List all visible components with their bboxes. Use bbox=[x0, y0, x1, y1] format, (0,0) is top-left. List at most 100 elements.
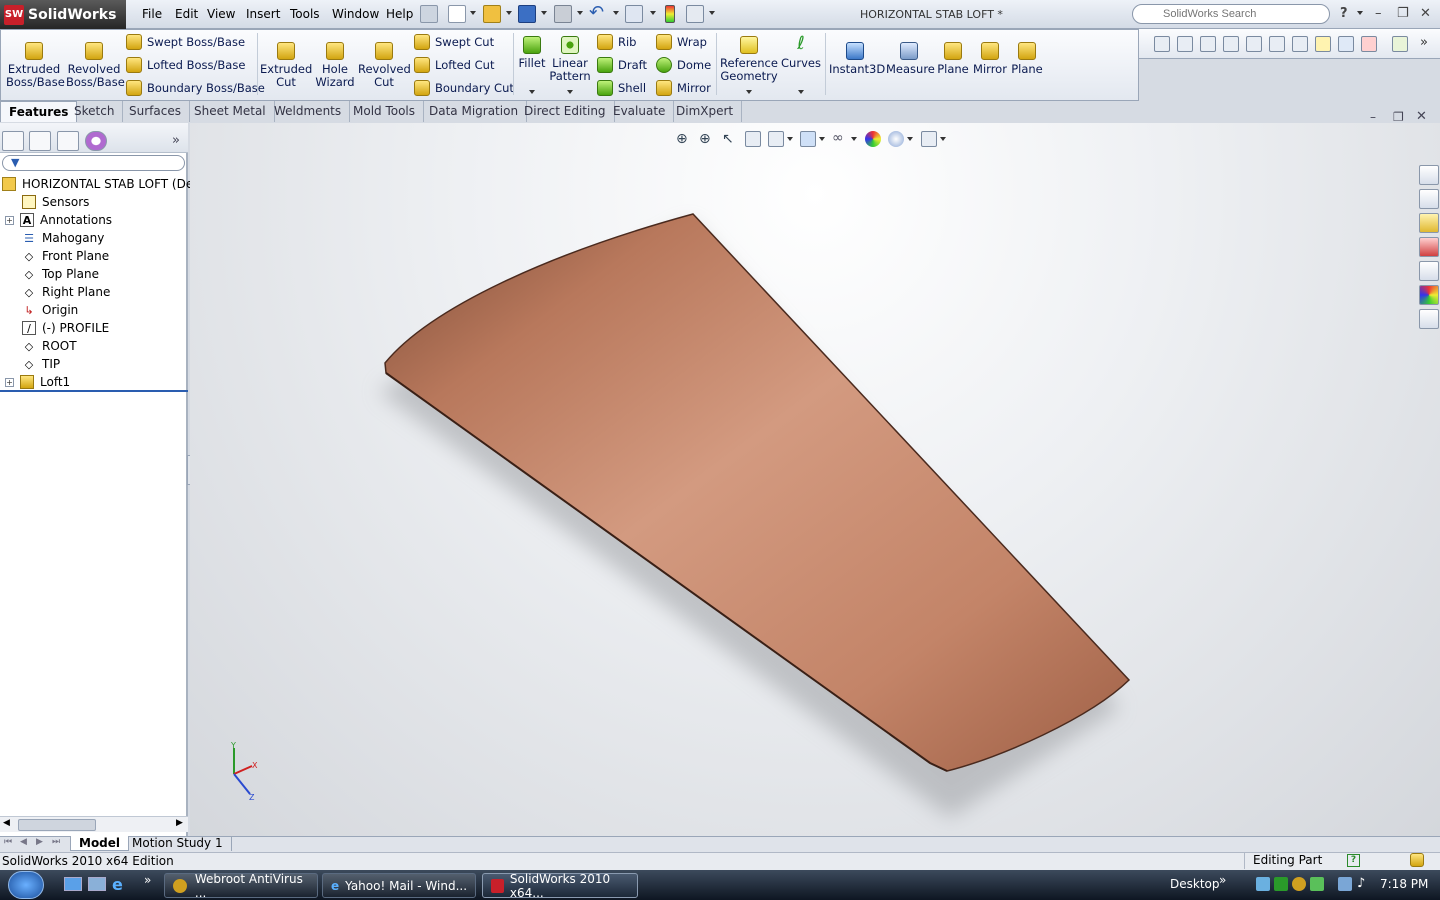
tray-icon[interactable] bbox=[1274, 877, 1288, 891]
menu-view[interactable]: View bbox=[207, 7, 235, 21]
revolved-cut-button[interactable]: Revolved Cut bbox=[358, 42, 411, 89]
last-tab-icon[interactable]: ⏭ bbox=[52, 837, 60, 847]
chevron-down-icon[interactable] bbox=[567, 90, 573, 94]
tree-item-material[interactable]: ☰ Mahogany bbox=[22, 229, 104, 247]
chevron-down-icon[interactable] bbox=[709, 11, 715, 15]
tree-item-tip[interactable]: ◇ TIP bbox=[22, 355, 60, 373]
apply-scene-icon[interactable] bbox=[888, 131, 904, 147]
edit-appearance-icon[interactable] bbox=[865, 131, 881, 147]
tab-mold-tools[interactable]: Mold Tools bbox=[345, 101, 425, 122]
tree-item-top-plane[interactable]: ◇ Top Plane bbox=[22, 265, 99, 283]
tree-item-sensors[interactable]: Sensors bbox=[22, 193, 89, 211]
chevron-down-icon[interactable] bbox=[787, 137, 793, 141]
internet-explorer-icon[interactable]: e bbox=[112, 875, 123, 894]
webroot-tray-icon[interactable] bbox=[1292, 877, 1306, 891]
search-input[interactable] bbox=[1132, 4, 1330, 24]
curves-button[interactable]: ℓ Curves bbox=[781, 35, 821, 70]
switch-windows-icon[interactable] bbox=[88, 877, 106, 891]
tab-surfaces[interactable]: Surfaces bbox=[121, 101, 190, 122]
view-orientation-icon[interactable] bbox=[768, 131, 784, 147]
sketch-icon[interactable] bbox=[1315, 36, 1331, 52]
scroll-right-icon[interactable]: ▶ bbox=[176, 818, 183, 828]
menu-edit[interactable]: Edit bbox=[175, 7, 198, 21]
help-icon[interactable]: ? bbox=[1340, 6, 1348, 21]
rollback-bar[interactable] bbox=[0, 390, 188, 392]
appearances-icon[interactable] bbox=[1419, 285, 1439, 305]
show-desktop-icon[interactable] bbox=[64, 877, 82, 891]
tree-item-profile[interactable]: ∕ (-) PROFILE bbox=[22, 319, 109, 337]
extruded-boss-button[interactable]: Extruded Boss/Base bbox=[6, 42, 65, 89]
close-button[interactable]: ✕ bbox=[1420, 6, 1431, 21]
swept-boss-button[interactable]: Swept Boss/Base bbox=[126, 34, 245, 50]
expand-icon[interactable]: + bbox=[5, 215, 14, 225]
chevron-down-icon[interactable] bbox=[819, 137, 825, 141]
horizontal-scrollbar[interactable]: ◀ ▶ bbox=[0, 816, 188, 832]
menu-insert[interactable]: Insert bbox=[246, 7, 280, 21]
view-settings-icon[interactable] bbox=[921, 131, 937, 147]
clock[interactable]: 7:18 PM bbox=[1380, 877, 1428, 891]
taskbar-item-yahoo-mail[interactable]: e Yahoo! Mail - Wind... bbox=[322, 873, 476, 898]
expand-icon[interactable]: + bbox=[5, 377, 14, 387]
scroll-left-icon[interactable]: ◀ bbox=[3, 818, 10, 828]
plane-button-2[interactable]: Plane bbox=[1011, 42, 1043, 76]
wing-model-view[interactable] bbox=[190, 123, 1440, 836]
status-help-icon[interactable]: ? bbox=[1347, 854, 1360, 867]
network-tray-icon[interactable] bbox=[1256, 877, 1270, 891]
next-tab-icon[interactable]: ▶ bbox=[36, 837, 43, 847]
view-left-icon[interactable] bbox=[1200, 36, 1216, 52]
chevron-down-icon[interactable] bbox=[577, 11, 583, 15]
shell-button[interactable]: Shell bbox=[597, 80, 646, 96]
view-top-icon[interactable] bbox=[1246, 36, 1262, 52]
tag-icon[interactable] bbox=[1410, 853, 1424, 867]
quicklaunch-more-icon[interactable]: » bbox=[144, 873, 151, 887]
scroll-thumb[interactable] bbox=[18, 819, 96, 831]
chevron-down-icon[interactable] bbox=[650, 11, 656, 15]
dimxpert-manager-tab-icon[interactable] bbox=[85, 131, 107, 151]
first-tab-icon[interactable]: ⏮ bbox=[4, 837, 12, 847]
menu-window[interactable]: Window bbox=[332, 7, 379, 21]
desktop-more-icon[interactable]: » bbox=[1219, 873, 1226, 887]
chevron-down-icon[interactable] bbox=[851, 137, 857, 141]
previous-tab-icon[interactable]: ◀ bbox=[20, 837, 27, 847]
custom-properties-icon[interactable] bbox=[1419, 309, 1439, 329]
tab-direct-editing[interactable]: Direct Editing bbox=[516, 101, 615, 122]
viewport-restore-button[interactable]: ❐ bbox=[1393, 110, 1404, 124]
print-icon[interactable] bbox=[554, 5, 572, 23]
search-results-icon[interactable] bbox=[1419, 237, 1439, 257]
fillet-button[interactable]: Fillet bbox=[516, 36, 548, 70]
boundary-cut-button[interactable]: Boundary Cut bbox=[414, 80, 514, 96]
hole-wizard-button[interactable]: Hole Wizard bbox=[312, 42, 358, 89]
tray-icon[interactable] bbox=[1310, 877, 1324, 891]
start-button[interactable] bbox=[8, 871, 44, 899]
rebuild-icon[interactable] bbox=[665, 5, 675, 23]
design-library-icon[interactable] bbox=[1419, 189, 1439, 209]
tree-item-loft1[interactable]: + Loft1 bbox=[5, 373, 70, 391]
smart-dimension-icon[interactable] bbox=[1338, 36, 1354, 52]
tab-motion-study[interactable]: Motion Study 1 bbox=[124, 836, 232, 851]
tree-item-right-plane[interactable]: ◇ Right Plane bbox=[22, 283, 111, 301]
tree-filter-input[interactable]: ▼ bbox=[2, 155, 185, 171]
desktop-toolbar-label[interactable]: Desktop bbox=[1170, 877, 1220, 891]
rib-button[interactable]: Rib bbox=[597, 34, 637, 50]
chevron-down-icon[interactable] bbox=[506, 11, 512, 15]
relations-icon[interactable] bbox=[1361, 36, 1377, 52]
expand-panel-icon[interactable]: » bbox=[172, 133, 180, 148]
save-icon[interactable] bbox=[518, 5, 536, 23]
lofted-boss-button[interactable]: Lofted Boss/Base bbox=[126, 57, 245, 73]
viewport-minimize-button[interactable]: – bbox=[1370, 110, 1376, 124]
tree-item-annotations[interactable]: + A Annotations bbox=[5, 211, 112, 229]
swept-cut-button[interactable]: Swept Cut bbox=[414, 34, 494, 50]
dome-button[interactable]: Dome bbox=[656, 57, 711, 73]
view-right-icon[interactable] bbox=[1223, 36, 1239, 52]
chevron-down-icon[interactable] bbox=[541, 11, 547, 15]
open-folder-icon[interactable] bbox=[483, 5, 501, 23]
chevron-down-icon[interactable] bbox=[798, 90, 804, 94]
linear-pattern-button[interactable]: Linear Pattern bbox=[548, 36, 592, 83]
view-iso-icon[interactable] bbox=[1292, 36, 1308, 52]
home-icon[interactable] bbox=[1419, 165, 1439, 185]
zoom-area-icon[interactable]: ⊕ bbox=[699, 131, 711, 147]
view-back-icon[interactable] bbox=[1177, 36, 1193, 52]
revolved-boss-button[interactable]: Revolved Boss/Base bbox=[66, 42, 125, 89]
previous-view-icon[interactable]: ↖ bbox=[722, 131, 734, 147]
chevron-down-icon[interactable] bbox=[529, 90, 535, 94]
